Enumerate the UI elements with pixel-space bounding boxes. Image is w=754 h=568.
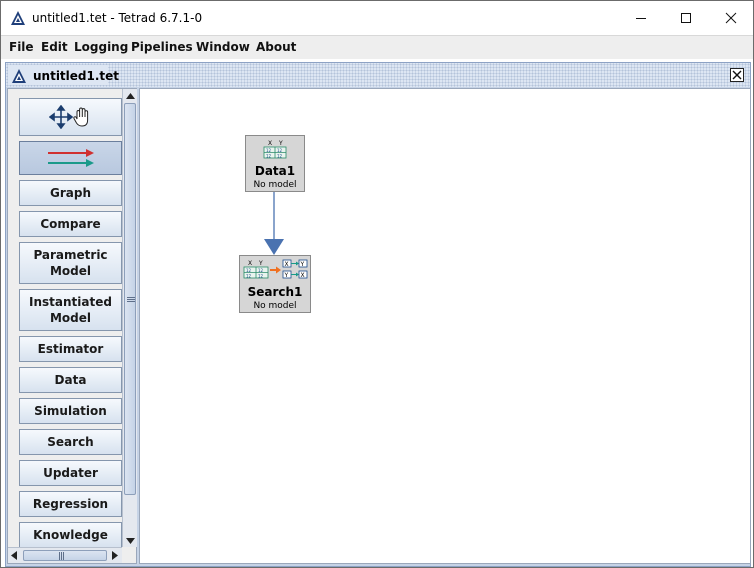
menu-about[interactable]: About: [256, 40, 296, 54]
node-name: Data1: [254, 164, 296, 178]
grip-icon: [59, 552, 64, 560]
svg-text:12: 12: [266, 154, 272, 159]
node-name: Search1: [247, 285, 303, 299]
svg-text:Y: Y: [284, 272, 289, 279]
search-graph-icon: X Y 12 12 12 12 X Y Y X: [243, 259, 308, 279]
maximize-button[interactable]: [663, 1, 709, 35]
minimize-button[interactable]: [618, 1, 664, 35]
vertical-scroll-thumb[interactable]: [124, 103, 136, 495]
svg-text:X: X: [285, 261, 289, 268]
svg-text:12: 12: [258, 274, 264, 279]
flow-tool-button[interactable]: [19, 141, 122, 175]
scroll-left-arrow-icon[interactable]: [11, 551, 17, 560]
scroll-right-arrow-icon[interactable]: [112, 551, 118, 560]
minimize-icon: [636, 18, 646, 19]
parametric-model-button[interactable]: Parametric Model: [19, 242, 122, 284]
svg-text:12: 12: [246, 268, 252, 273]
app-window: untitled1.tet - Tetrad 6.7.1-0 File Edit…: [0, 0, 754, 568]
tool-palette: Graph Compare Parametric Model Instantia…: [7, 88, 137, 564]
document-title: untitled1.tet: [33, 69, 120, 83]
grip-icon: [127, 297, 135, 302]
svg-text:X: X: [268, 140, 272, 147]
window-title: untitled1.tet - Tetrad 6.7.1-0: [32, 11, 203, 25]
flow-arrow-icon: [47, 149, 94, 167]
svg-text:Y: Y: [300, 261, 305, 268]
node-data1[interactable]: X Y 12 12 12 12 Data1 No model: [245, 135, 305, 192]
node-model-status: No model: [253, 180, 297, 190]
search-button[interactable]: Search: [19, 429, 122, 455]
graph-button[interactable]: Graph: [19, 180, 122, 206]
node-search1[interactable]: X Y 12 12 12 12 X Y Y X Search1 No model: [239, 255, 311, 313]
document-close-button[interactable]: [730, 68, 744, 82]
svg-text:Y: Y: [258, 260, 263, 267]
instantiated-model-button[interactable]: Instantiated Model: [19, 289, 122, 331]
close-icon: [725, 12, 737, 24]
move-select-icon: [48, 105, 88, 129]
tetrad-logo-icon: [11, 11, 25, 25]
node-model-status: No model: [253, 301, 297, 311]
document-title-bar[interactable]: untitled1.tet: [6, 63, 750, 87]
close-button[interactable]: [708, 1, 754, 35]
data-button[interactable]: Data: [19, 367, 122, 393]
data-to-search-edge[interactable]: [258, 191, 288, 257]
compare-button[interactable]: Compare: [19, 211, 122, 237]
estimator-button[interactable]: Estimator: [19, 336, 122, 362]
palette-horizontal-scrollbar[interactable]: [8, 547, 122, 563]
knowledge-button[interactable]: Knowledge: [19, 522, 122, 547]
menu-logging[interactable]: Logging: [74, 40, 128, 54]
svg-text:X: X: [248, 260, 252, 267]
menu-file[interactable]: File: [9, 40, 34, 54]
title-bar[interactable]: untitled1.tet - Tetrad 6.7.1-0: [1, 1, 753, 35]
menu-bar: File Edit Logging Pipelines Window About: [1, 35, 753, 59]
regression-button[interactable]: Regression: [19, 491, 122, 517]
menu-pipelines[interactable]: Pipelines: [131, 40, 193, 54]
palette-vertical-scrollbar[interactable]: [122, 89, 137, 547]
simulation-button[interactable]: Simulation: [19, 398, 122, 424]
svg-text:12: 12: [266, 148, 272, 153]
menu-edit[interactable]: Edit: [41, 40, 68, 54]
data-table-icon: X Y 12 12 12 12: [263, 140, 287, 159]
svg-text:12: 12: [277, 148, 283, 153]
svg-text:12: 12: [277, 154, 283, 159]
scroll-down-arrow-icon[interactable]: [125, 535, 136, 546]
palette-button-list: Graph Compare Parametric Model Instantia…: [8, 89, 122, 547]
scroll-up-arrow-icon[interactable]: [125, 90, 136, 101]
svg-text:X: X: [301, 272, 305, 279]
close-icon: [732, 70, 742, 80]
horizontal-scroll-thumb[interactable]: [23, 550, 107, 561]
tetrad-logo-icon: [12, 69, 26, 83]
updater-button[interactable]: Updater: [19, 460, 122, 486]
maximize-icon: [681, 13, 691, 23]
menu-window[interactable]: Window: [196, 40, 250, 54]
graph-workbench-canvas[interactable]: X Y 12 12 12 12 Data1 No model X Y 12 12…: [139, 88, 751, 564]
svg-text:Y: Y: [278, 140, 283, 147]
svg-text:12: 12: [246, 274, 252, 279]
svg-text:12: 12: [258, 268, 264, 273]
select-move-tool-button[interactable]: [19, 98, 122, 136]
